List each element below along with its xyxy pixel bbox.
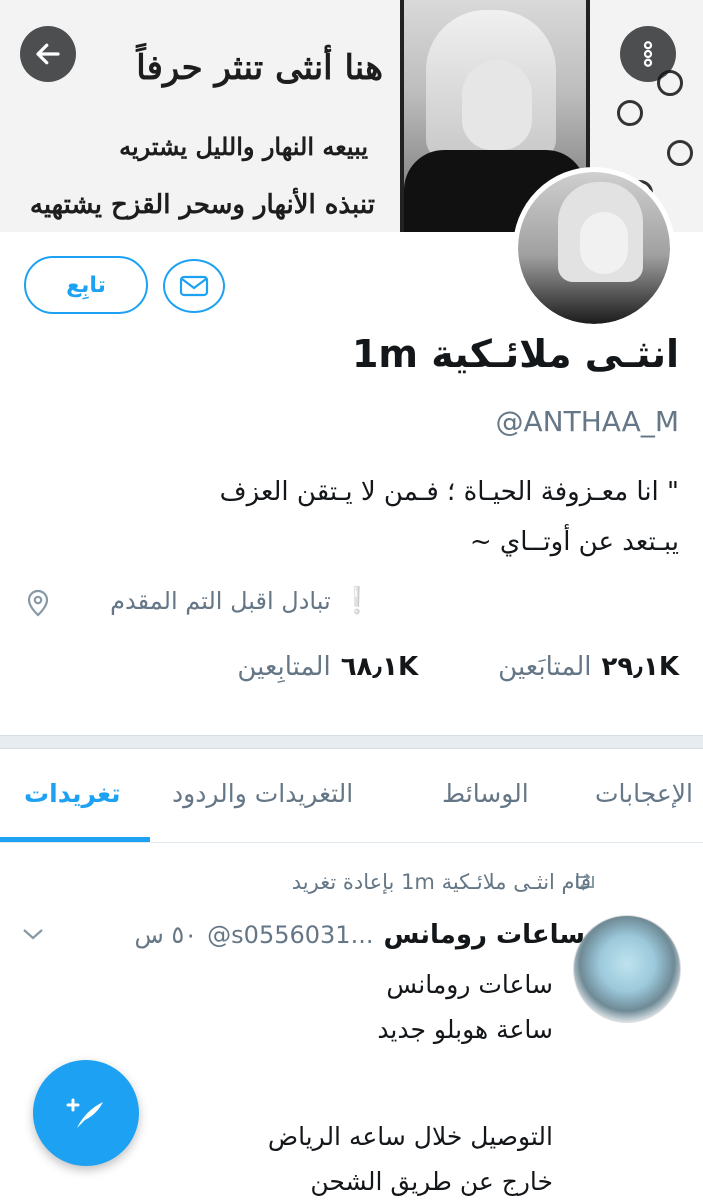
tweet-line: خارج عن طريق الشحن (310, 1167, 553, 1196)
banner-text-line-2: يبيعه النهار والليل يشتريه (119, 132, 368, 161)
tweet-line: ساعة هوبلو جديد (377, 1015, 553, 1044)
follow-button[interactable]: تابِع (24, 256, 148, 314)
back-button[interactable] (20, 26, 76, 82)
more-vertical-icon (643, 41, 653, 67)
tweet-author-name[interactable]: ساعات رومانس (383, 920, 585, 950)
map-pin-icon (27, 589, 49, 617)
following-stat[interactable]: ٢٩٫١K المتابَعين (498, 652, 679, 682)
following-label: المتابَعين (498, 652, 592, 682)
tweet-header: ساعات رومانس @s0556031... ٥٠ س (134, 920, 585, 950)
envelope-icon (179, 275, 209, 297)
retweet-context[interactable]: قام انثـى ملائـكية 1m بإعادة تغريد (292, 870, 591, 894)
profile-avatar[interactable] (513, 167, 675, 329)
profile-stats: ٢٩٫١K المتابَعين ٦٨٫١K المتابِعين (237, 652, 679, 682)
tab-tweets[interactable]: تغريدات (24, 779, 121, 808)
followers-stat[interactable]: ٦٨٫١K المتابِعين (237, 652, 418, 682)
direct-message-button[interactable] (163, 259, 225, 313)
user-handle: @ANTHAA_M (495, 405, 679, 438)
tab-tweets-and-replies[interactable]: التغريدات والردود (172, 779, 353, 808)
profile-location: ❕ تبادل اقبل التم المقدم (110, 586, 373, 616)
bio-line: " انا معـزوفة الحيـاة ؛ فـمن لا يـتقن ال… (219, 477, 679, 507)
tweet-line: التوصيل خلال ساعه الرياض (267, 1122, 553, 1151)
tweet-line: ساعات رومانس (386, 970, 553, 999)
profile-bio: " انا معـزوفة الحيـاة ؛ فـمن لا يـتقن ال… (24, 467, 679, 567)
tweet-timestamp: ٥٠ س (134, 921, 198, 949)
following-count: ٢٩٫١K (601, 652, 679, 682)
tweet-author-handle[interactable]: @s0556031... (207, 921, 373, 949)
more-options-button[interactable] (620, 26, 676, 82)
followers-label: المتابِعين (237, 652, 331, 682)
display-name: انثـى ملائـكية 1m (351, 332, 679, 376)
arrow-left-icon (36, 43, 60, 65)
chevron-down-icon[interactable] (22, 927, 44, 941)
tweet-text: ساعات رومانس ساعة هوبلو جديد التوصيل خلا… (73, 962, 553, 1200)
banner-text-line-3: تنبذه الأنهار وسحر القزح يشتهيه (29, 190, 375, 220)
profile-tabs: تغريدات التغريدات والردود الوسائط الإعجا… (0, 749, 703, 843)
tab-media[interactable]: الوسائط (442, 779, 529, 808)
tab-likes[interactable]: الإعجابات (595, 779, 693, 808)
location-text: تبادل اقبل التم المقدم (110, 587, 331, 615)
compose-tweet-button[interactable] (33, 1060, 139, 1166)
bio-line: يبـتعد عن أوتــاي ~ (469, 527, 679, 557)
section-divider (0, 735, 703, 749)
compose-quill-icon (66, 1098, 103, 1128)
followers-count: ٦٨٫١K (340, 652, 419, 682)
tweet-author-avatar[interactable] (573, 915, 681, 1023)
active-tab-indicator (0, 837, 150, 842)
banner-text-line-1: هنا أنثى تنثر حرفاً (136, 48, 383, 88)
exclamation-icon: ❕ (340, 586, 373, 616)
